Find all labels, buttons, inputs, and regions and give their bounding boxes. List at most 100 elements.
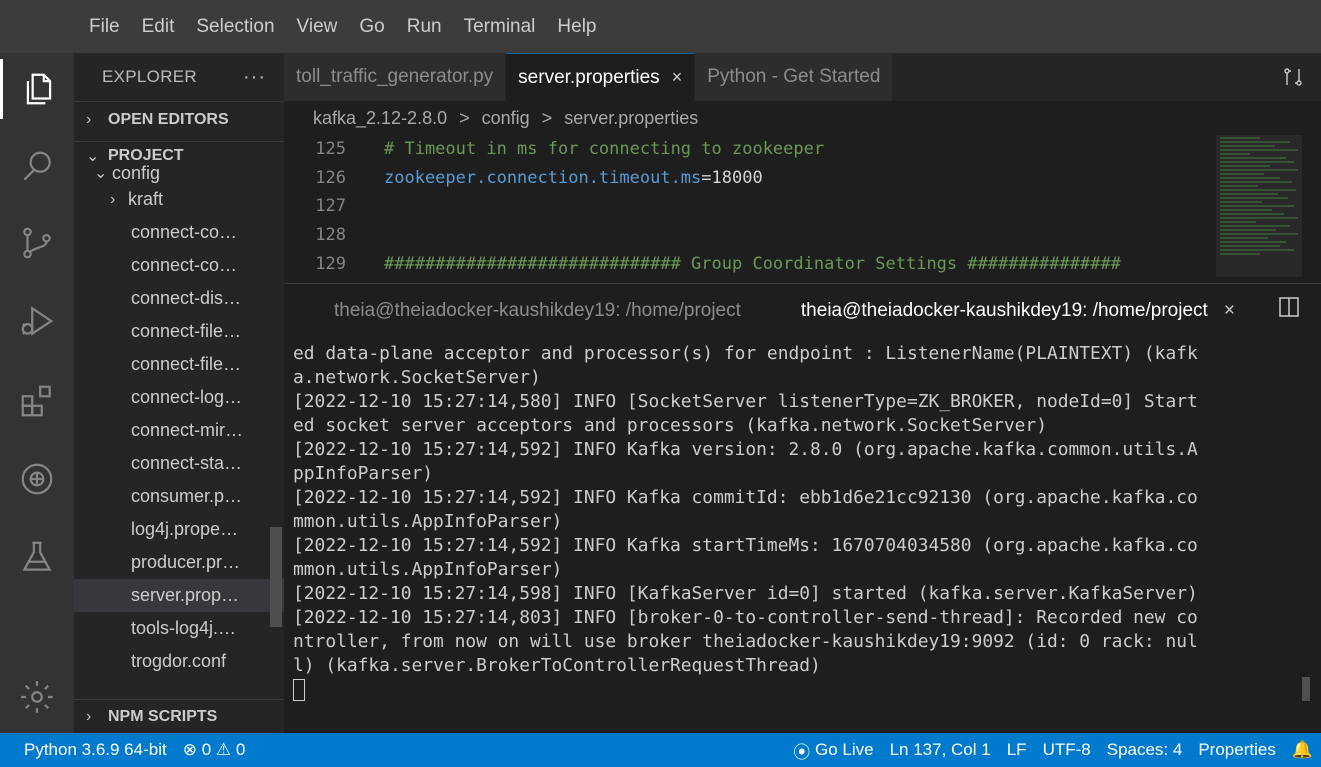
tree-file[interactable]: connect-file… xyxy=(74,348,284,381)
tree-file[interactable]: connect-co… xyxy=(74,216,284,249)
theia-plugin-icon[interactable] xyxy=(0,449,74,509)
terminal-cursor xyxy=(293,679,305,701)
tab-label: server.properties xyxy=(518,66,660,88)
menu-selection[interactable]: Selection xyxy=(185,0,285,53)
terminal-tab-1[interactable]: theia@theiadocker-kaushikdey19: /home/pr… xyxy=(284,284,763,338)
code-line: 126 zookeeper.connection.timeout.ms=1800… xyxy=(284,164,1214,193)
extensions-icon[interactable] xyxy=(0,371,74,431)
tree-file[interactable]: consumer.p… xyxy=(74,480,284,513)
npm-scripts-section[interactable]: › NPM SCRIPTS xyxy=(74,699,284,733)
close-icon[interactable]: × xyxy=(672,67,683,88)
terminal-line: [2022-12-10 15:27:14,580] INFO [SocketSe… xyxy=(293,391,1198,412)
python-interpreter[interactable]: Python 3.6.9 64-bit xyxy=(16,740,175,760)
chevron-down-icon: ⌄ xyxy=(94,165,108,182)
terminal-line: mmon.utils.AppInfoParser) xyxy=(293,559,563,580)
line-number: 127 xyxy=(315,196,346,217)
code-line: 128 xyxy=(284,221,1214,250)
line-number: 128 xyxy=(315,225,346,246)
folder-label: config xyxy=(112,163,161,183)
terminal-line: ed data-plane acceptor and processor(s) … xyxy=(293,343,1198,364)
error-count: 0 xyxy=(201,740,212,759)
run-debug-icon[interactable] xyxy=(0,291,74,351)
tab-server-properties[interactable]: server.properties × xyxy=(506,53,696,101)
breadcrumb-item[interactable]: kafka_2.12-2.8.0 xyxy=(313,108,447,129)
end-of-line[interactable]: LF xyxy=(999,740,1035,760)
go-live-label: Go Live xyxy=(814,740,874,759)
file-label: connect-file… xyxy=(131,321,242,341)
tree-file[interactable]: connect-co… xyxy=(74,249,284,282)
settings-gear-icon[interactable] xyxy=(0,667,74,727)
tree-file[interactable]: tools-log4j.… xyxy=(74,612,284,645)
explorer-sidebar: EXPLORER ··· › OPEN EDITORS ⌄ PROJECT ⌄ … xyxy=(74,53,284,733)
bell-icon[interactable]: 🔔 xyxy=(1284,740,1321,760)
encoding[interactable]: UTF-8 xyxy=(1035,740,1099,760)
file-label: connect-co… xyxy=(131,222,238,242)
tree-file[interactable]: connect-dis… xyxy=(74,282,284,315)
split-terminal-icon[interactable] xyxy=(1278,296,1300,323)
language-mode[interactable]: Properties xyxy=(1190,740,1283,760)
code-line: 129 ############################# Group … xyxy=(284,249,1214,278)
code-text: ############################# Group Coor… xyxy=(384,253,1121,274)
tree-file-selected[interactable]: server.prop… xyxy=(74,579,284,612)
terminal-line: [2022-12-10 15:27:14,592] INFO Kafka sta… xyxy=(293,535,1198,556)
breadcrumb-item[interactable]: config xyxy=(482,108,530,129)
cursor-position[interactable]: Ln 137, Col 1 xyxy=(882,740,999,760)
chevron-right-icon: › xyxy=(86,110,92,128)
testing-icon[interactable] xyxy=(0,527,74,587)
editor-tabs: toll_traffic_generator.py server.propert… xyxy=(284,53,1321,101)
problems-indicator[interactable]: ⊗ 0 ⚠ 0 xyxy=(175,740,254,760)
terminal-prompt[interactable] xyxy=(293,678,1321,702)
breadcrumb-separator: > xyxy=(541,107,553,128)
terminal-line: [2022-12-10 15:27:14,803] INFO [broker-0… xyxy=(293,607,1198,628)
tab-toll-traffic-generator[interactable]: toll_traffic_generator.py xyxy=(284,53,507,101)
code-text: # Timeout in ms for connecting to zookee… xyxy=(384,139,825,160)
menu-bar: File Edit Selection View Go Run Terminal… xyxy=(0,0,1321,53)
close-icon[interactable]: × xyxy=(1224,300,1235,321)
warning-count: 0 xyxy=(235,740,246,759)
menu-view[interactable]: View xyxy=(286,0,349,53)
file-label: connect-mir… xyxy=(131,420,244,440)
menu-go[interactable]: Go xyxy=(348,0,395,53)
explorer-icon[interactable] xyxy=(0,59,74,119)
file-label: tools-log4j.… xyxy=(131,618,237,638)
breadcrumb-item[interactable]: server.properties xyxy=(564,108,698,129)
more-actions-icon[interactable]: ··· xyxy=(243,66,266,89)
terminal-line: [2022-12-10 15:27:14,592] INFO Kafka com… xyxy=(293,487,1198,508)
menu-edit[interactable]: Edit xyxy=(131,0,186,53)
file-label: connect-log… xyxy=(131,387,243,407)
menu-run[interactable]: Run xyxy=(396,0,453,53)
terminal-line: [2022-12-10 15:27:14,598] INFO [KafkaSer… xyxy=(293,583,1198,604)
go-live-button[interactable]: ⦿ Go Live xyxy=(785,738,881,763)
indentation[interactable]: Spaces: 4 xyxy=(1099,740,1191,760)
terminal-tab-label: theia@theiadocker-kaushikdey19: /home/pr… xyxy=(800,299,1208,321)
sidebar-scrollbar[interactable] xyxy=(270,527,282,627)
file-label: producer.pr… xyxy=(131,552,241,572)
terminal-line: ntroller, from now on will use broker th… xyxy=(293,631,1198,652)
tree-folder-config[interactable]: ⌄ config xyxy=(74,163,284,183)
tab-python-get-started[interactable]: Python - Get Started xyxy=(695,53,894,101)
tree-file[interactable]: trogdor.conf xyxy=(74,645,284,678)
terminal-line: a.network.SocketServer) xyxy=(293,367,541,388)
tree-file[interactable]: connect-mir… xyxy=(74,414,284,447)
tree-file[interactable]: connect-log… xyxy=(74,381,284,414)
open-changes-icon[interactable] xyxy=(1265,53,1321,101)
open-editors-section[interactable]: › OPEN EDITORS xyxy=(74,101,284,137)
menu-help[interactable]: Help xyxy=(546,0,607,53)
terminal-scrollbar[interactable] xyxy=(1302,677,1310,701)
menu-file[interactable]: File xyxy=(78,0,131,53)
terminal-line: mmon.utils.AppInfoParser) xyxy=(293,511,563,532)
menu-terminal[interactable]: Terminal xyxy=(453,0,547,53)
tree-file[interactable]: connect-sta… xyxy=(74,447,284,480)
source-control-icon[interactable] xyxy=(0,213,74,273)
minimap[interactable] xyxy=(1216,135,1302,283)
terminal-output[interactable]: ed data-plane acceptor and processor(s) … xyxy=(284,337,1321,733)
search-icon[interactable] xyxy=(0,137,74,197)
tree-file[interactable]: producer.pr… xyxy=(74,546,284,579)
tree-folder-kraft[interactable]: › kraft xyxy=(74,183,284,216)
terminal-tab-2[interactable]: theia@theiadocker-kaushikdey19: /home/pr… xyxy=(763,284,1257,338)
tree-file[interactable]: connect-file… xyxy=(74,315,284,348)
terminal-line: ed socket server acceptors and processor… xyxy=(293,415,1047,436)
breadcrumb: kafka_2.12-2.8.0 > config > server.prope… xyxy=(284,101,1321,135)
tree-file[interactable]: log4j.prope… xyxy=(74,513,284,546)
code-editor[interactable]: 125 # Timeout in ms for connecting to zo… xyxy=(284,135,1214,283)
